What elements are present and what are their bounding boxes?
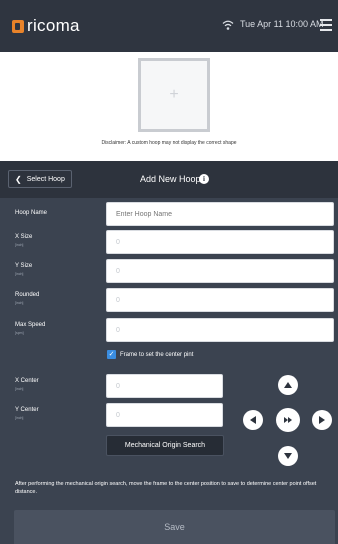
hoop-name-input[interactable] <box>106 202 334 226</box>
max-speed-input[interactable]: 0 <box>106 318 334 342</box>
y-size-label: Y Size <box>15 263 33 269</box>
brand-logo: ricoma <box>12 16 80 36</box>
x-center-label: X Center <box>15 378 39 384</box>
y-center-input[interactable]: 0 <box>106 403 223 427</box>
arrow-up-button[interactable] <box>278 375 298 395</box>
triangle-right-icon <box>319 416 325 424</box>
top-bar: ricoma Tue Apr 11 10:00 AM <box>0 0 338 52</box>
hoop-name-label: Hoop Name <box>15 210 48 216</box>
x-size-unit: [inch] <box>15 243 24 247</box>
wifi-icon <box>222 20 234 30</box>
x-size-label: X Size <box>15 234 33 240</box>
arrow-down-button[interactable] <box>278 446 298 466</box>
triangle-left-icon <box>250 416 256 424</box>
form-header: ❮ Select Hoop Add New Hoop i <box>0 161 338 198</box>
mechanical-origin-search-button[interactable]: Mechanical Origin Search <box>106 435 224 456</box>
rounded-input[interactable]: 0 <box>106 288 334 312</box>
fast-forward-icon <box>284 417 292 423</box>
menu-icon[interactable] <box>320 19 332 31</box>
frame-center-checkbox-row[interactable]: ✓ Frame to set the center pint <box>107 350 193 359</box>
hoop-shape-preview: + <box>138 58 210 132</box>
y-center-unit: [inch] <box>15 416 24 420</box>
page-title: Add New Hoop <box>140 174 201 184</box>
status-datetime: Tue Apr 11 10:00 AM <box>240 19 324 29</box>
origin-search-note: After performing the mechanical origin s… <box>15 481 317 495</box>
brand-logo-mark <box>12 19 24 33</box>
rounded-label: Rounded <box>15 292 40 298</box>
x-size-input[interactable]: 0 <box>106 230 334 254</box>
max-speed-unit: [spm] <box>15 331 24 335</box>
chevron-left-icon: ❮ <box>15 174 22 184</box>
arrow-left-button[interactable] <box>243 410 263 430</box>
preview-disclaimer: Disclaimer: A custom hoop may not displa… <box>101 140 237 146</box>
triangle-down-icon <box>284 453 292 459</box>
info-icon[interactable]: i <box>199 174 209 184</box>
frame-center-checkbox-label: Frame to set the center pint <box>120 351 194 358</box>
select-hoop-button[interactable]: ❮ Select Hoop <box>8 170 72 188</box>
triangle-up-icon <box>284 382 292 388</box>
max-speed-label: Max Speed <box>15 322 46 328</box>
y-size-input[interactable]: 0 <box>106 259 334 283</box>
x-center-unit: [inch] <box>15 387 24 391</box>
y-size-unit: [inch] <box>15 272 24 276</box>
save-button[interactable]: Save <box>14 510 335 544</box>
plus-icon: + <box>169 86 179 103</box>
y-center-label: Y Center <box>15 407 39 413</box>
brand-name: ricoma <box>27 16 80 35</box>
arrow-right-button[interactable] <box>312 410 332 430</box>
hoop-preview-panel: + Disclaimer: A custom hoop may not disp… <box>0 52 338 161</box>
frame-center-checkbox[interactable]: ✓ <box>107 350 116 359</box>
x-center-input[interactable]: 0 <box>106 374 223 398</box>
select-hoop-label: Select Hoop <box>26 175 65 183</box>
rounded-unit: [inch] <box>15 301 24 305</box>
center-button[interactable] <box>276 408 300 432</box>
